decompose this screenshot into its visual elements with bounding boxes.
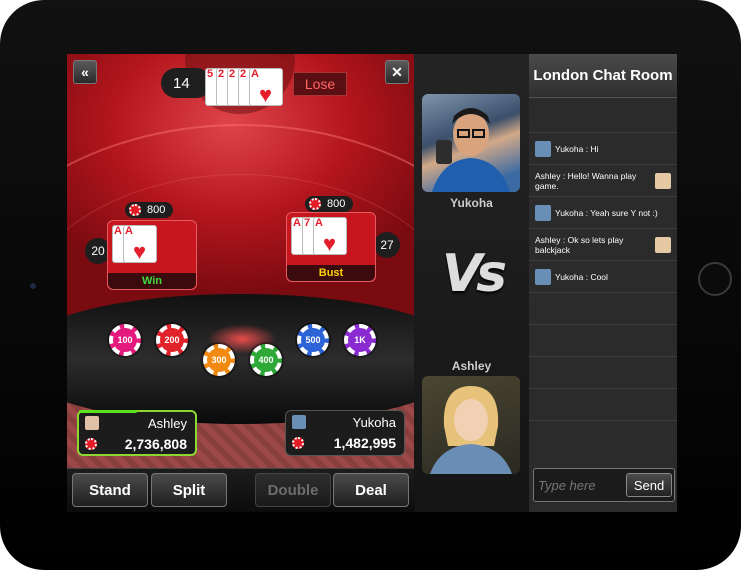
stand-button[interactable]: Stand xyxy=(72,473,148,507)
bet-chip-icon xyxy=(129,204,141,216)
close-icon[interactable]: ✕ xyxy=(385,60,409,84)
versus-bottom-name: Ashley xyxy=(451,359,492,373)
hand-1-result: Win xyxy=(108,273,196,289)
card-rank: A xyxy=(125,225,133,237)
player-name: Yukoha xyxy=(352,415,396,430)
ashley-photo xyxy=(422,376,520,474)
chat-avatar xyxy=(535,269,551,285)
chat-avatar xyxy=(655,237,671,253)
card-rank: 2 xyxy=(229,68,236,80)
blackjack-table: « ✕ 14 5♥2♥2♥2♥A♥ Lose 800 20 A♥A♥ Win 8… xyxy=(67,54,414,512)
chat-avatar xyxy=(535,205,551,221)
double-button[interactable]: Double xyxy=(255,473,331,507)
card-rank: A xyxy=(251,68,259,80)
versus-panel: Yukoha Vs Ashley xyxy=(414,54,529,512)
hand-2-bet: 800 xyxy=(305,196,354,212)
chat-message-text: Yukoha : Cool xyxy=(555,272,608,282)
card-rank: A xyxy=(114,225,122,237)
chat-message-text: Ashley : Ok so lets play balckjack xyxy=(535,235,624,255)
app-screen: « ✕ 14 5♥2♥2♥2♥A♥ Lose 800 20 A♥A♥ Win 8… xyxy=(67,54,677,512)
chat-message: Ashley : Ok so lets play balckjack xyxy=(529,228,677,261)
chat-empty-row xyxy=(529,420,677,453)
turn-progress-bar xyxy=(79,410,137,413)
hand-2-result: Bust xyxy=(287,265,375,281)
chat-empty-row xyxy=(529,388,677,421)
chat-empty-row xyxy=(529,356,677,389)
versus-icon: Vs xyxy=(441,244,507,304)
chat-message: Yukoha : Yeah sure Y not :) xyxy=(529,196,677,229)
send-button[interactable]: Send xyxy=(626,473,672,497)
hand-card: A♥ xyxy=(123,225,157,263)
money-chip-icon xyxy=(292,437,304,449)
ashley-avatar xyxy=(85,416,99,430)
card-rank: 2 xyxy=(218,68,225,80)
chip-200[interactable]: 200 xyxy=(156,324,188,356)
hand-1-bet: 800 xyxy=(125,202,174,218)
chip-100[interactable]: 100 xyxy=(109,324,141,356)
chat-message: Yukoha : Hi xyxy=(529,132,677,165)
chat-message: Yukoha : Cool xyxy=(529,260,677,293)
chat-panel: London Chat Room Yukoha : Hi Ashley : Hel… xyxy=(529,54,677,512)
home-button[interactable] xyxy=(698,262,732,296)
card-rank: 2 xyxy=(240,68,247,80)
card-rank: A xyxy=(293,217,301,229)
chat-message-text: Yukoha : Hi xyxy=(555,144,599,154)
player-money: 1,482,995 xyxy=(333,435,396,451)
dealer-score: 14 xyxy=(161,68,211,98)
heart-suit-icon: ♥ xyxy=(323,231,337,256)
chat-message: Ashley : Hello! Wanna play game. xyxy=(529,164,677,197)
chat-title: London Chat Room xyxy=(529,54,677,98)
chat-avatar xyxy=(655,173,671,189)
player-panel-yukoha: Yukoha 1,482,995 xyxy=(285,410,405,456)
table-rail xyxy=(67,294,414,424)
yukoha-portrait-icon xyxy=(432,108,510,192)
dealer-result-badge: Lose xyxy=(293,72,347,96)
camera-dot xyxy=(30,283,36,289)
heart-suit-icon: ♥ xyxy=(259,82,273,107)
chat-message-text: Yukoha : Yeah sure Y not :) xyxy=(555,208,658,218)
money-chip-icon xyxy=(85,438,97,450)
chat-empty-row xyxy=(529,292,677,325)
chip-1k[interactable]: 1K xyxy=(344,324,376,356)
yukoha-photo xyxy=(422,94,520,192)
versus-top-name: Yukoha xyxy=(450,196,493,210)
bet-chip-icon xyxy=(309,198,321,210)
heart-suit-icon: ♥ xyxy=(133,239,147,264)
split-button[interactable]: Split xyxy=(151,473,227,507)
hand-card: A♥ xyxy=(313,217,347,255)
hand-2-score: 27 xyxy=(374,232,400,258)
back-icon[interactable]: « xyxy=(73,60,97,84)
ashley-portrait-icon xyxy=(430,386,512,474)
chip-300[interactable]: 300 xyxy=(203,344,235,376)
card-rank: A xyxy=(315,217,323,229)
card-rank: 7 xyxy=(304,217,311,229)
chat-input[interactable] xyxy=(538,475,618,495)
player-money: 2,736,808 xyxy=(124,436,187,452)
chat-avatar xyxy=(535,141,551,157)
chip-400[interactable]: 400 xyxy=(250,344,282,376)
hand-1[interactable]: A♥A♥ Win xyxy=(107,220,197,290)
hand-2-bet-value: 800 xyxy=(327,198,346,210)
player-name: Ashley xyxy=(147,416,187,431)
yukoha-avatar xyxy=(292,415,306,429)
hand-1-bet-value: 800 xyxy=(147,204,166,216)
chip-500[interactable]: 500 xyxy=(297,324,329,356)
chat-empty-row xyxy=(529,324,677,357)
player-panel-ashley: Ashley 2,736,808 xyxy=(77,410,197,456)
chat-message-text: Ashley : Hello! Wanna play game. xyxy=(535,171,637,191)
hand-2[interactable]: A♥7♥A♥ Bust xyxy=(286,212,376,282)
chat-input-area: Send xyxy=(533,468,675,502)
tablet-frame: « ✕ 14 5♥2♥2♥2♥A♥ Lose 800 20 A♥A♥ Win 8… xyxy=(0,0,741,570)
deal-button[interactable]: Deal xyxy=(333,473,409,507)
dealer-card: A ♥ xyxy=(249,68,283,106)
card-rank: 5 xyxy=(207,68,214,80)
